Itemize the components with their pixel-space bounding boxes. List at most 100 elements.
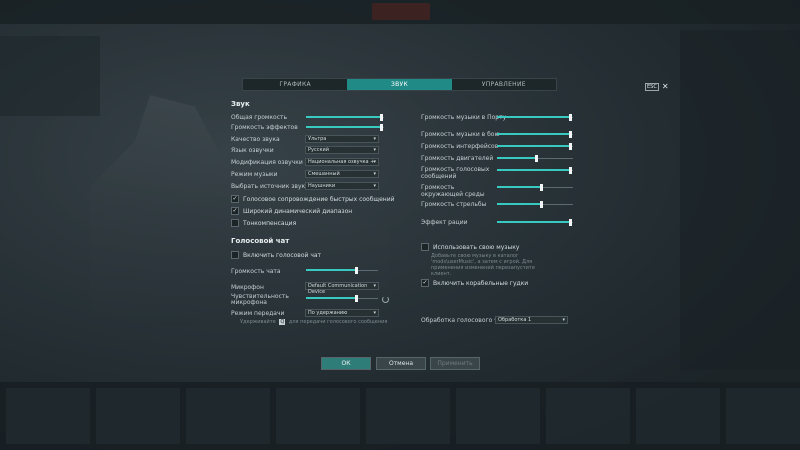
checkbox-box — [231, 251, 239, 259]
slider-thumb[interactable] — [569, 114, 573, 121]
slider-fill — [497, 133, 571, 135]
slider-fill — [306, 116, 382, 118]
cancel-button[interactable]: Отмена — [376, 357, 426, 370]
chevron-down-icon: ▾ — [373, 310, 376, 316]
slider-fill — [497, 203, 542, 205]
own-music-checkbox[interactable]: Использовать свою музыку — [421, 243, 519, 251]
close-control[interactable]: ESC ✕ — [645, 83, 669, 91]
voice-language-value: Русский — [308, 147, 329, 153]
audio-source-select[interactable]: Наушники ▾ — [305, 182, 379, 190]
interface-volume-label: Громкость интерфейсов — [421, 143, 499, 150]
voice-processing-value: Обработка 1 — [498, 317, 532, 323]
ok-button[interactable]: ОК — [321, 357, 371, 370]
ambient-volume-slider[interactable] — [497, 184, 573, 191]
voice-messages-volume-label: Громкость голосовых сообщений — [421, 166, 490, 180]
checkbox-label: Голосовое сопровождение быстрых сообщени… — [243, 195, 395, 203]
chat-volume-label: Громкость чата — [231, 268, 281, 275]
master-volume-label: Общая громкость — [231, 114, 288, 121]
settings-tabs: ГРАФИКА ЗВУК УПРАВЛЕНИЕ — [242, 78, 557, 91]
voice-section-title: Голосовой чат — [231, 237, 290, 245]
voice-language-select[interactable]: Русский ▾ — [305, 146, 379, 154]
slider-thumb[interactable] — [569, 131, 573, 138]
transmit-mode-select[interactable]: По удержанию ▾ — [305, 309, 379, 317]
slider-fill — [497, 157, 537, 159]
mic-sensitivity-slider[interactable] — [306, 295, 378, 302]
music-mode-value: Смешанный — [308, 171, 340, 177]
close-icon[interactable]: ✕ — [662, 83, 669, 91]
checkbox-box — [421, 243, 429, 251]
checkbox-label: Включить корабельные гудки — [433, 279, 529, 287]
effects-volume-label: Громкость эффектов — [231, 124, 298, 131]
master-volume-slider[interactable] — [306, 114, 384, 121]
hold-key-badge: Q — [279, 319, 286, 325]
engine-volume-slider[interactable] — [497, 155, 573, 162]
battle-music-label: Громкость музыки в бою — [421, 131, 500, 138]
checkbox-box: ✓ — [231, 195, 239, 203]
gunfire-volume-label: Громкость стрельбы — [421, 201, 487, 208]
own-music-hint: Добавьте свою музыку в каталог 'mods\use… — [431, 253, 535, 277]
microphone-value: Default Communication Device — [308, 283, 368, 295]
radio-effect-label: Эффект рации — [421, 219, 468, 226]
voice-mod-value: Национальная озвучка + — [308, 159, 375, 165]
slider-thumb[interactable] — [354, 295, 358, 302]
loading-icon — [382, 296, 389, 303]
tab-controls[interactable]: УПРАВЛЕНИЕ — [452, 79, 556, 90]
chevron-down-icon: ▾ — [373, 283, 376, 289]
engine-volume-label: Громкость двигателей — [421, 155, 494, 162]
apply-button[interactable]: Применить — [430, 357, 480, 370]
enable-voice-chat-checkbox[interactable]: Включить голосовой чат — [231, 251, 321, 259]
voice-messages-volume-slider[interactable] — [497, 167, 573, 174]
audio-source-value: Наушники — [308, 183, 336, 189]
microphone-label: Микрофон — [231, 284, 264, 291]
push-to-talk-hint: Удерживайте Q для передачи голосового со… — [240, 319, 387, 325]
checkbox-label: Использовать свою музыку — [433, 243, 520, 251]
quick-message-voice-checkbox[interactable]: ✓ Голосовое сопровождение быстрых сообще… — [231, 195, 395, 203]
voice-processing-select[interactable]: Обработка 1 ▾ — [495, 316, 568, 324]
slider-thumb[interactable] — [569, 219, 573, 226]
gunfire-volume-slider[interactable] — [497, 201, 573, 208]
transmit-mode-label: Режим передачи — [231, 310, 285, 317]
wide-dynamic-range-checkbox[interactable]: ✓ Широкий динамический диапазон — [231, 207, 352, 215]
chevron-down-icon: ▾ — [373, 159, 376, 165]
slider-thumb[interactable] — [380, 124, 384, 131]
interface-volume-slider[interactable] — [497, 143, 573, 150]
ambient-volume-label: Громкость окружающей среды — [421, 184, 485, 198]
radio-effect-slider[interactable] — [497, 219, 573, 226]
chevron-down-icon: ▾ — [562, 317, 565, 323]
battle-music-slider[interactable] — [497, 131, 573, 138]
tab-graphics[interactable]: ГРАФИКА — [243, 79, 347, 90]
sound-quality-select[interactable]: Ультра ▾ — [305, 135, 379, 143]
transmit-mode-value: По удержанию — [308, 310, 348, 316]
voice-mod-select[interactable]: Национальная озвучка + ▾ — [305, 158, 379, 166]
slider-thumb[interactable] — [569, 143, 573, 150]
loudness-comp-checkbox[interactable]: Тонкомпенсация — [231, 219, 296, 227]
slider-fill — [306, 297, 357, 299]
slider-thumb[interactable] — [354, 267, 358, 274]
slider-fill — [497, 145, 571, 147]
port-music-slider[interactable] — [497, 114, 573, 121]
chevron-down-icon: ▾ — [373, 171, 376, 177]
music-mode-label: Режим музыки — [231, 171, 278, 178]
slider-thumb[interactable] — [535, 155, 539, 162]
slider-thumb[interactable] — [539, 184, 543, 191]
ship-horns-checkbox[interactable]: ✓ Включить корабельные гудки — [421, 279, 528, 287]
slider-fill — [497, 169, 571, 171]
chat-volume-slider[interactable] — [306, 267, 378, 274]
settings-dialog: ГРАФИКА ЗВУК УПРАВЛЕНИЕ ESC ✕ Звук Общая… — [0, 0, 800, 450]
checkbox-label: Включить голосовой чат — [243, 251, 322, 259]
slider-fill — [497, 116, 571, 118]
slider-thumb[interactable] — [380, 114, 384, 121]
hint-pre: Удерживайте — [240, 319, 276, 325]
effects-volume-slider[interactable] — [306, 124, 384, 131]
microphone-select[interactable]: Default Communication Device ▾ — [305, 282, 379, 295]
checkbox-box: ✓ — [421, 279, 429, 287]
sound-quality-label: Качество звука — [231, 136, 280, 143]
chevron-down-icon: ▾ — [373, 183, 376, 189]
slider-thumb[interactable] — [569, 167, 573, 174]
tab-sound[interactable]: ЗВУК — [347, 79, 452, 90]
audio-source-label: Выбрать источник звука — [231, 183, 309, 190]
slider-thumb[interactable] — [539, 201, 543, 208]
music-mode-select[interactable]: Смешанный ▾ — [305, 170, 379, 178]
checkbox-box — [231, 219, 239, 227]
slider-fill — [497, 186, 542, 188]
